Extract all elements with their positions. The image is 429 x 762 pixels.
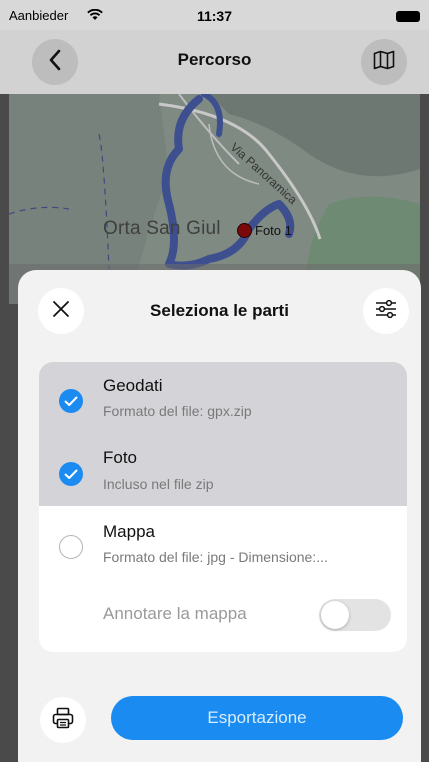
- list-item-mappa[interactable]: Mappa Formato del file: jpg - Dimensione…: [39, 506, 407, 580]
- nav-bar: Percorso: [0, 30, 429, 94]
- sheet-title: Seleziona le parti: [150, 301, 289, 320]
- printer-icon: [52, 707, 74, 734]
- item-name: Foto: [103, 448, 138, 467]
- town-label: Orta San Giul: [103, 218, 221, 239]
- checkmark-icon[interactable]: [59, 462, 83, 486]
- annotate-row: Annotare la mappa: [39, 580, 407, 652]
- photo-marker-label: Foto 1: [255, 223, 292, 238]
- map-icon: [373, 50, 395, 75]
- checkmark-icon[interactable]: [59, 389, 83, 413]
- left-dim-gutter: [0, 94, 9, 762]
- export-sheet: Seleziona le parti Geodati Formato del f…: [18, 270, 421, 762]
- list-item-geodati[interactable]: Geodati Formato del file: gpx.zip: [39, 362, 407, 434]
- export-button[interactable]: Esportazione: [111, 696, 403, 740]
- sliders-icon: [374, 299, 398, 324]
- item-subtitle: Incluso nel file zip: [103, 476, 214, 492]
- annotate-toggle[interactable]: [319, 599, 391, 631]
- item-subtitle: Formato del file: jpg - Dimensione:...: [103, 549, 328, 565]
- annotate-label: Annotare la mappa: [103, 604, 247, 623]
- map-button[interactable]: [361, 39, 407, 85]
- empty-circle-icon[interactable]: [59, 535, 83, 559]
- right-dim-gutter: [420, 94, 429, 762]
- toggle-knob: [321, 601, 349, 629]
- photo-marker[interactable]: [237, 223, 252, 238]
- item-name: Mappa: [103, 522, 155, 541]
- status-bar: Aanbieder 11:37: [0, 0, 429, 30]
- item-subtitle: Formato del file: gpx.zip: [103, 403, 252, 419]
- filter-button[interactable]: [363, 288, 409, 334]
- battery-icon: [396, 11, 420, 22]
- print-button[interactable]: [40, 697, 86, 743]
- item-name: Geodati: [103, 376, 163, 395]
- list-item-foto[interactable]: Foto Incluso nel file zip: [39, 434, 407, 506]
- parts-list: Geodati Formato del file: gpx.zip Foto I…: [39, 362, 407, 652]
- status-time: 11:37: [196, 8, 233, 24]
